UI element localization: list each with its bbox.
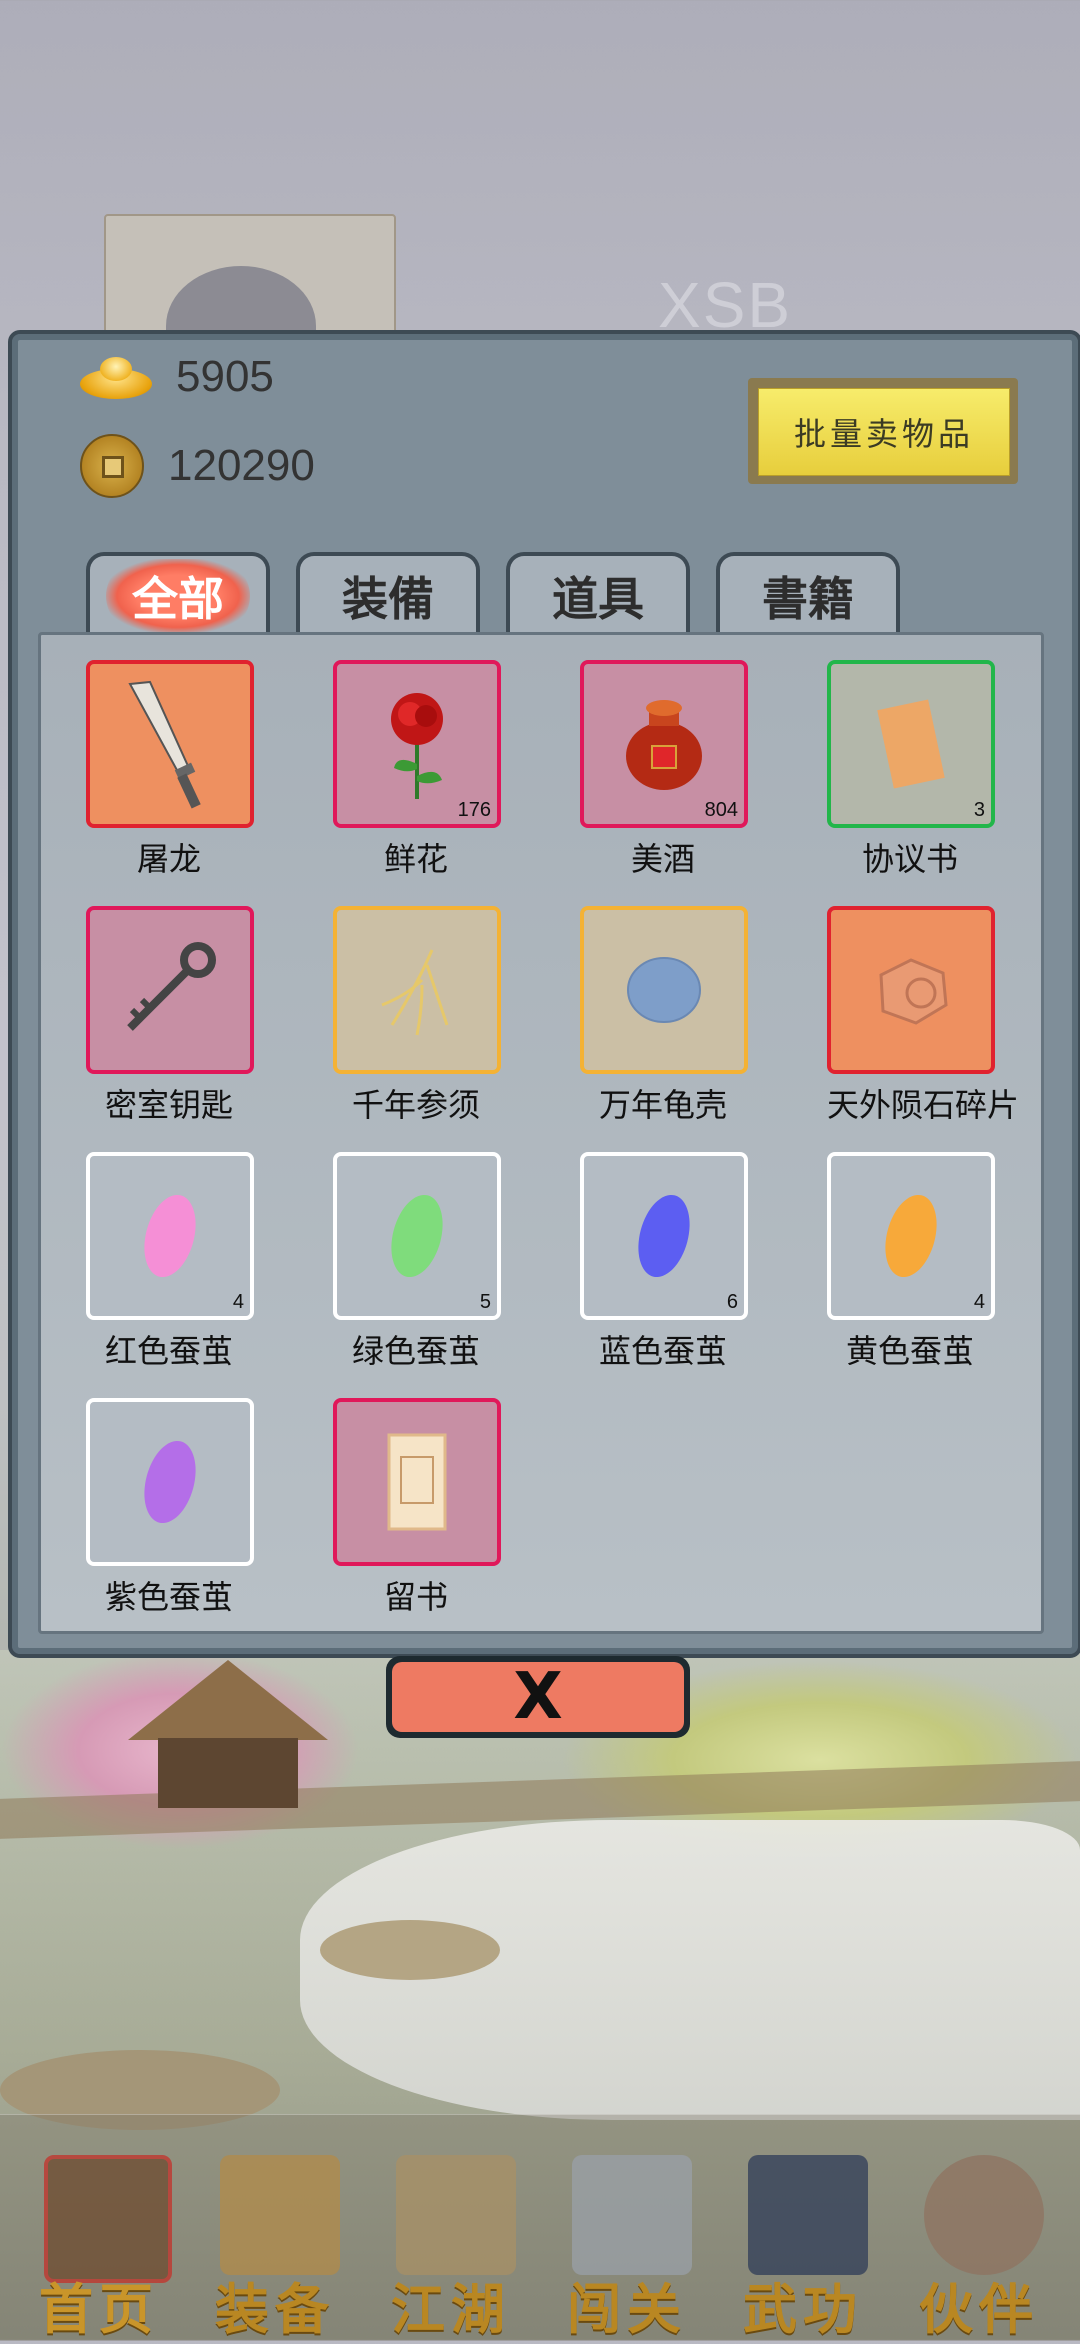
nav-challenge[interactable]: 闯关 xyxy=(542,2155,712,2341)
wine-jar-icon xyxy=(626,700,702,790)
inventory-item[interactable]: 天外陨石碎片 xyxy=(827,906,1020,1126)
item-name: 天外陨石碎片 xyxy=(827,1086,1020,1124)
inventory-item[interactable]: 千年参须 xyxy=(333,906,501,1126)
key-icon xyxy=(127,942,216,1031)
item-name: 千年参须 xyxy=(351,1086,480,1124)
inventory-item[interactable]: 留书 xyxy=(333,1398,501,1618)
tab-all[interactable]: 全部 xyxy=(86,552,270,636)
item-slot[interactable]: 176 xyxy=(333,660,501,828)
item-slot[interactable]: 4 xyxy=(86,1152,254,1320)
close-icon: X xyxy=(392,1660,684,1734)
inventory-item[interactable]: 屠龙 xyxy=(86,660,254,880)
nav-home[interactable]: 首页 xyxy=(14,2155,184,2341)
meteorite-icon xyxy=(879,958,948,1025)
item-name: 密室钥匙 xyxy=(104,1086,233,1124)
item-count: 4 xyxy=(973,1291,985,1313)
item-slot[interactable] xyxy=(333,906,501,1074)
close-button[interactable]: X xyxy=(386,1656,690,1738)
item-slot[interactable] xyxy=(86,660,254,828)
item-name: 鲜花 xyxy=(383,840,448,878)
nav-martial-arts[interactable]: 武功 xyxy=(718,2155,888,2341)
category-tabs: 全部 装備 道具 書籍 xyxy=(86,552,900,636)
coin-value: 120290 xyxy=(168,441,315,490)
item-name: 留书 xyxy=(383,1578,448,1616)
inventory-item[interactable]: 紫色蚕茧 xyxy=(86,1398,254,1618)
map-scroll-icon xyxy=(396,2155,516,2275)
tab-equipment[interactable]: 装備 xyxy=(296,552,480,636)
item-name: 紫色蚕茧 xyxy=(104,1578,233,1616)
item-count: 6 xyxy=(726,1291,738,1313)
ingot-value: 5905 xyxy=(176,352,274,401)
house-icon xyxy=(44,2155,172,2283)
inventory-item[interactable]: 4 红色蚕茧 xyxy=(86,1152,254,1372)
rock xyxy=(320,1920,500,1980)
rose-icon xyxy=(391,693,443,799)
book-icon xyxy=(748,2155,868,2275)
item-slot[interactable]: 4 xyxy=(827,1152,995,1320)
item-name: 黄色蚕茧 xyxy=(845,1332,974,1370)
turtle-shell-icon xyxy=(627,957,701,1023)
item-slot[interactable] xyxy=(580,906,748,1074)
inventory-item[interactable]: 6 蓝色蚕茧 xyxy=(580,1152,748,1372)
inventory-item[interactable]: 804 美酒 xyxy=(580,660,748,880)
item-slot[interactable] xyxy=(86,1398,254,1566)
item-slot[interactable]: 5 xyxy=(333,1152,501,1320)
item-name: 红色蚕茧 xyxy=(104,1332,233,1370)
item-slot[interactable] xyxy=(86,906,254,1074)
item-name: 协议书 xyxy=(861,840,958,878)
item-slot[interactable] xyxy=(333,1398,501,1566)
cocoon-icon xyxy=(638,1194,690,1278)
nav-jianghu[interactable]: 江湖 xyxy=(366,2155,536,2341)
cocoon-icon xyxy=(144,1440,196,1524)
item-count: 4 xyxy=(232,1291,244,1313)
letter-icon xyxy=(387,1433,447,1531)
bulk-sell-label: 批量卖物品 xyxy=(758,388,1010,476)
item-name: 蓝色蚕茧 xyxy=(598,1332,727,1370)
item-name: 屠龙 xyxy=(136,840,201,878)
inventory-item[interactable]: 密室钥匙 xyxy=(86,906,254,1126)
cocoon-icon xyxy=(144,1194,196,1278)
scroll-icon xyxy=(877,699,945,789)
cocoon-icon xyxy=(885,1194,937,1278)
item-count: 176 xyxy=(457,799,491,821)
inventory-item[interactable]: 3 协议书 xyxy=(827,660,995,880)
crossed-swords-icon xyxy=(572,2155,692,2275)
item-slot[interactable]: 804 xyxy=(580,660,748,828)
cocoon-icon xyxy=(391,1194,443,1278)
item-name: 绿色蚕茧 xyxy=(351,1332,480,1370)
item-count: 804 xyxy=(704,799,738,821)
item-count: 3 xyxy=(973,799,985,821)
bulk-sell-button[interactable]: 批量卖物品 xyxy=(748,378,1018,484)
copper-coin-icon xyxy=(80,434,144,498)
tab-items[interactable]: 道具 xyxy=(506,552,690,636)
companions-icon xyxy=(924,2155,1044,2275)
nav-companions[interactable]: 伙伴 xyxy=(894,2155,1064,2341)
gold-ingot-icon xyxy=(80,355,152,399)
armor-icon xyxy=(220,2155,340,2275)
nav-equipment[interactable]: 装备 xyxy=(190,2155,360,2341)
ingot-row: 5905 xyxy=(80,352,274,402)
inventory-item[interactable]: 176 鲜花 xyxy=(333,660,501,880)
item-name: 美酒 xyxy=(630,840,695,878)
item-name: 万年龟壳 xyxy=(598,1086,727,1124)
coin-row: 120290 xyxy=(80,434,315,498)
inventory-item[interactable]: 5 绿色蚕茧 xyxy=(333,1152,501,1372)
tab-books[interactable]: 書籍 xyxy=(716,552,900,636)
inventory-item[interactable]: 万年龟壳 xyxy=(580,906,748,1126)
item-slot[interactable] xyxy=(827,906,995,1074)
ginseng-icon xyxy=(381,949,449,1036)
hut-illustration xyxy=(128,1660,328,1810)
item-slot[interactable]: 3 xyxy=(827,660,995,828)
sword-icon xyxy=(128,680,201,809)
inventory-item[interactable]: 4 黄色蚕茧 xyxy=(827,1152,995,1372)
bottom-nav: 首页 装备 江湖 闯关 武功 伙伴 xyxy=(0,2114,1080,2341)
item-count: 5 xyxy=(479,1291,491,1313)
item-slot[interactable]: 6 xyxy=(580,1152,748,1320)
